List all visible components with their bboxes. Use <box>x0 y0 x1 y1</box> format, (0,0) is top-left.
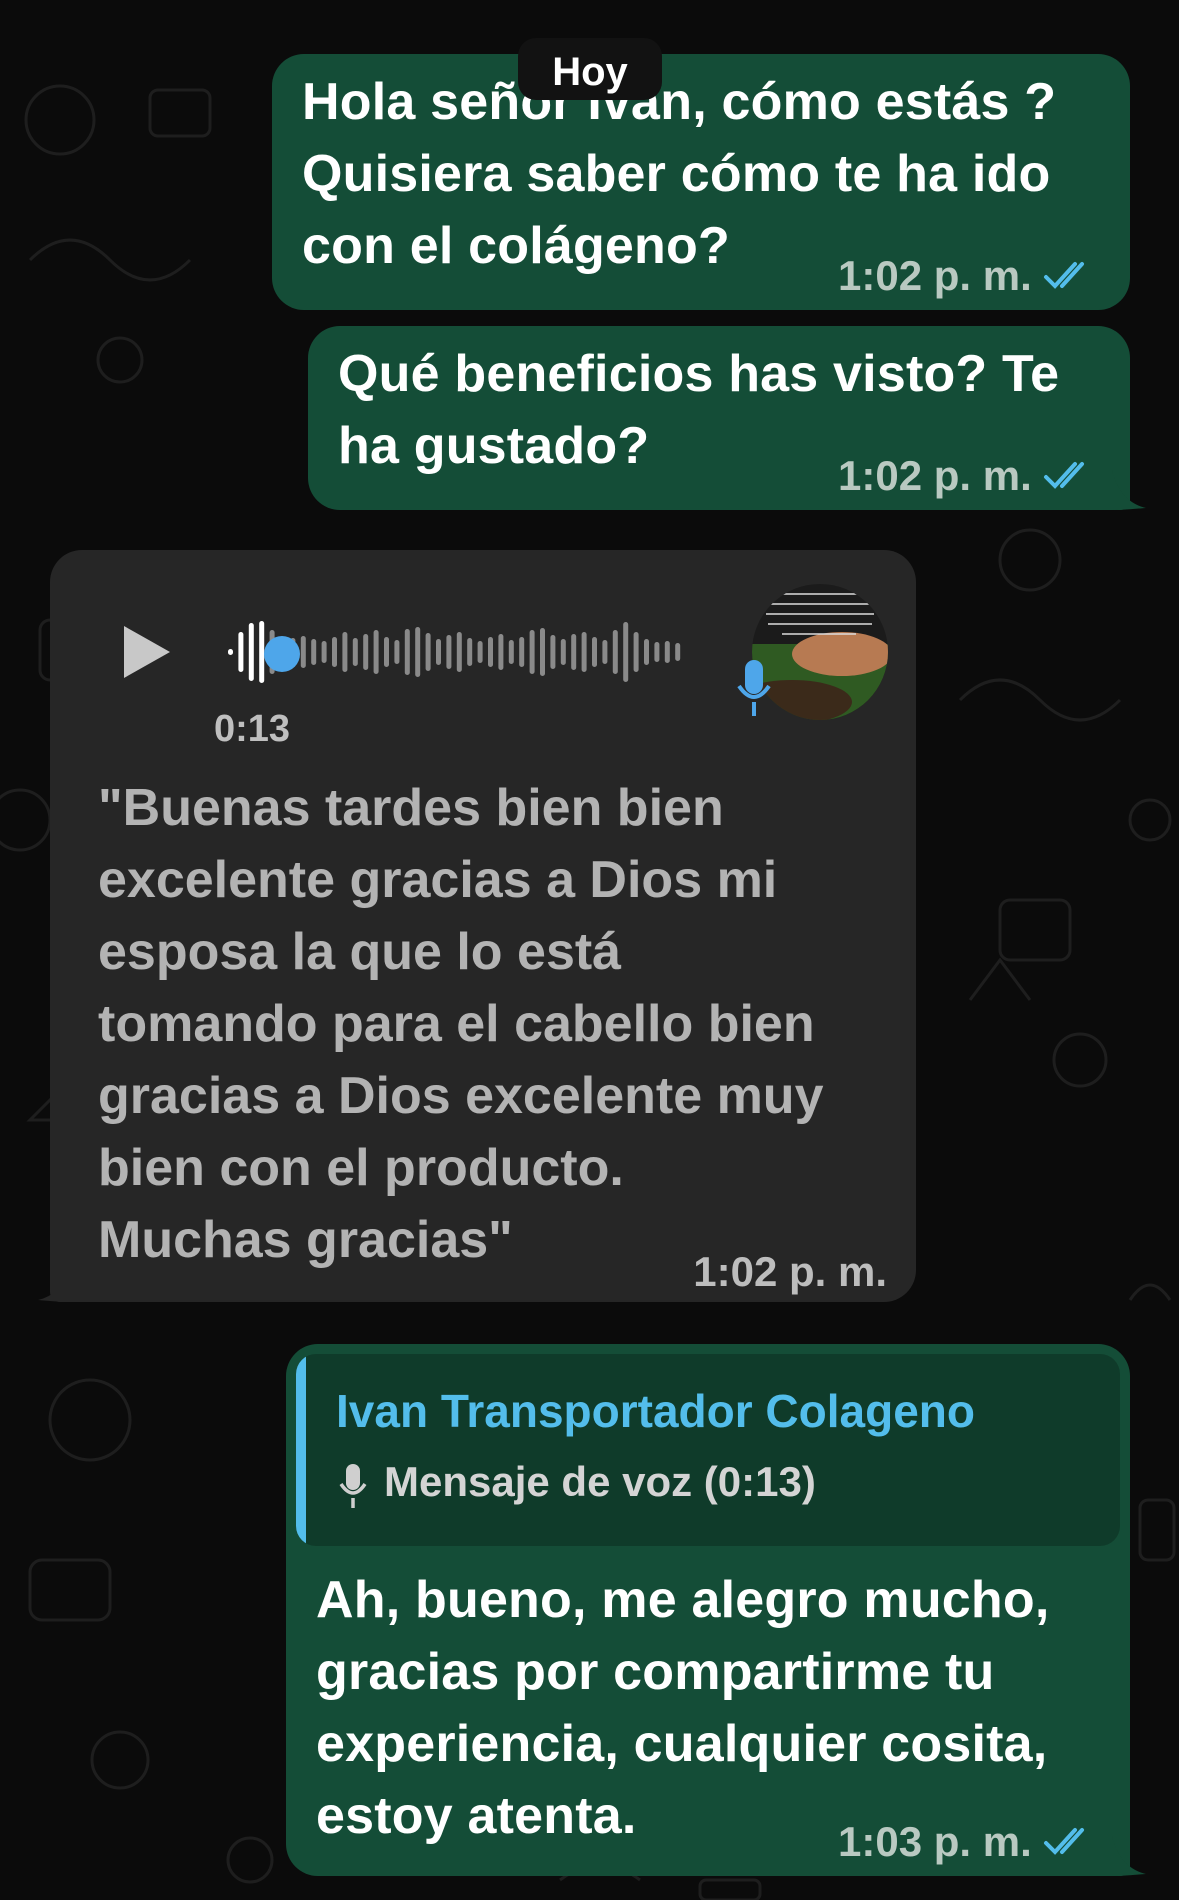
bubble-tail <box>1112 470 1146 510</box>
message-time: 1:02 p. m. <box>693 1248 887 1295</box>
message-time: 1:02 p. m. <box>838 452 1032 499</box>
message-time: 1:02 p. m. <box>838 252 1032 299</box>
waveform-bar <box>602 640 608 664</box>
waveform-bar <box>456 632 462 672</box>
waveform-bar <box>508 640 514 664</box>
waveform-bar <box>425 633 431 671</box>
transcript-line: gracias a Dios excelente muy <box>98 1067 824 1125</box>
voice-transcript: "Buenas tardes bien bien excelente graci… <box>98 772 888 1276</box>
waveform-bar <box>446 635 452 669</box>
message-line: Quisiera saber cómo te ha ido <box>302 145 1051 203</box>
transcript-line: bien con el producto. <box>98 1139 624 1197</box>
microphone-icon <box>339 1464 367 1508</box>
message-line: Ah, bueno, me alegro mucho, <box>316 1571 1050 1629</box>
bubble-tail <box>1112 1836 1146 1876</box>
double-check-icon <box>1043 1828 1084 1855</box>
quote-accent-bar <box>296 1354 306 1546</box>
waveform-bar <box>571 634 577 670</box>
waveform-bar <box>550 635 556 669</box>
transcript-line: tomando para el cabello bien <box>98 995 815 1053</box>
message-meta: 1:02 p. m. <box>693 1248 887 1296</box>
waveform-bar <box>519 637 525 667</box>
waveform-bar <box>238 632 244 672</box>
playback-seek-handle[interactable] <box>264 636 300 672</box>
waveform-bar <box>228 649 233 655</box>
waveform-bar <box>436 639 441 665</box>
message-text: Hola señor Iván, cómo estás ? Quisiera s… <box>302 66 1122 282</box>
date-divider: Hoy <box>518 38 662 100</box>
waveform-bar <box>373 630 379 674</box>
waveform-bar <box>467 638 473 666</box>
sender-avatar[interactable] <box>752 584 888 720</box>
message-line: Hola señor Iván, cómo estás ? <box>302 73 1057 131</box>
avatar-image <box>752 584 888 720</box>
waveform-bar <box>654 642 660 662</box>
waveform-bar <box>415 627 421 677</box>
waveform-bar <box>612 630 618 674</box>
waveform-bar <box>560 639 566 665</box>
quoted-sender-name: Ivan Transportador Colageno <box>336 1385 975 1437</box>
bubble-tail <box>38 1262 72 1302</box>
quoted-preview: Mensaje de voz (0:13) <box>384 1458 816 1505</box>
message-line: gracias por compartirme tu <box>316 1643 995 1701</box>
message-text: Ah, bueno, me alegro mucho, gracias por … <box>316 1564 1116 1852</box>
microphone-icon <box>737 660 771 716</box>
waveform-bar <box>300 636 306 668</box>
waveform-bar <box>248 623 254 681</box>
waveform-bar <box>540 628 545 676</box>
waveform-bar <box>581 632 587 672</box>
waveform-bar <box>623 622 629 682</box>
waveform-bar <box>404 629 410 675</box>
voice-duration: 0:13 <box>214 708 291 750</box>
waveform-bar <box>644 639 649 665</box>
waveform-bar <box>394 640 400 664</box>
waveform-bar <box>488 637 493 667</box>
transcript-line: "Buenas tardes bien bien <box>98 779 724 837</box>
message-meta: 1:02 p. m. <box>838 452 1096 500</box>
transcript-line: excelente gracias a Dios mi <box>98 851 778 909</box>
double-check-icon <box>1043 462 1084 489</box>
double-check-icon <box>1043 262 1084 289</box>
waveform-bar <box>477 641 483 663</box>
play-icon[interactable] <box>120 622 174 682</box>
message-meta: 1:03 p. m. <box>838 1818 1096 1866</box>
waveform-bar <box>321 641 327 663</box>
waveform-bar <box>592 637 597 667</box>
message-line: Qué beneficios has visto? Te <box>338 345 1060 403</box>
waveform-bar <box>384 637 389 667</box>
waveform-bar <box>664 641 670 663</box>
waveform-bar <box>311 639 317 665</box>
waveform-bar <box>633 632 639 672</box>
waveform-bar <box>675 643 681 661</box>
message-line: experiencia, cualquier cosita, <box>316 1715 1048 1773</box>
waveform-bar <box>352 638 358 666</box>
waveform-bar <box>498 634 504 670</box>
quoted-message[interactable]: Ivan Transportador Colageno Mensaje de v… <box>296 1354 1120 1546</box>
transcript-line: esposa la que lo está <box>98 923 622 981</box>
waveform-bar <box>342 632 348 672</box>
waveform-bar <box>363 634 369 670</box>
waveform-bar <box>332 637 337 667</box>
message-meta: 1:02 p. m. <box>838 252 1096 300</box>
waveform-bar <box>529 630 535 674</box>
message-time: 1:03 p. m. <box>838 1818 1032 1865</box>
